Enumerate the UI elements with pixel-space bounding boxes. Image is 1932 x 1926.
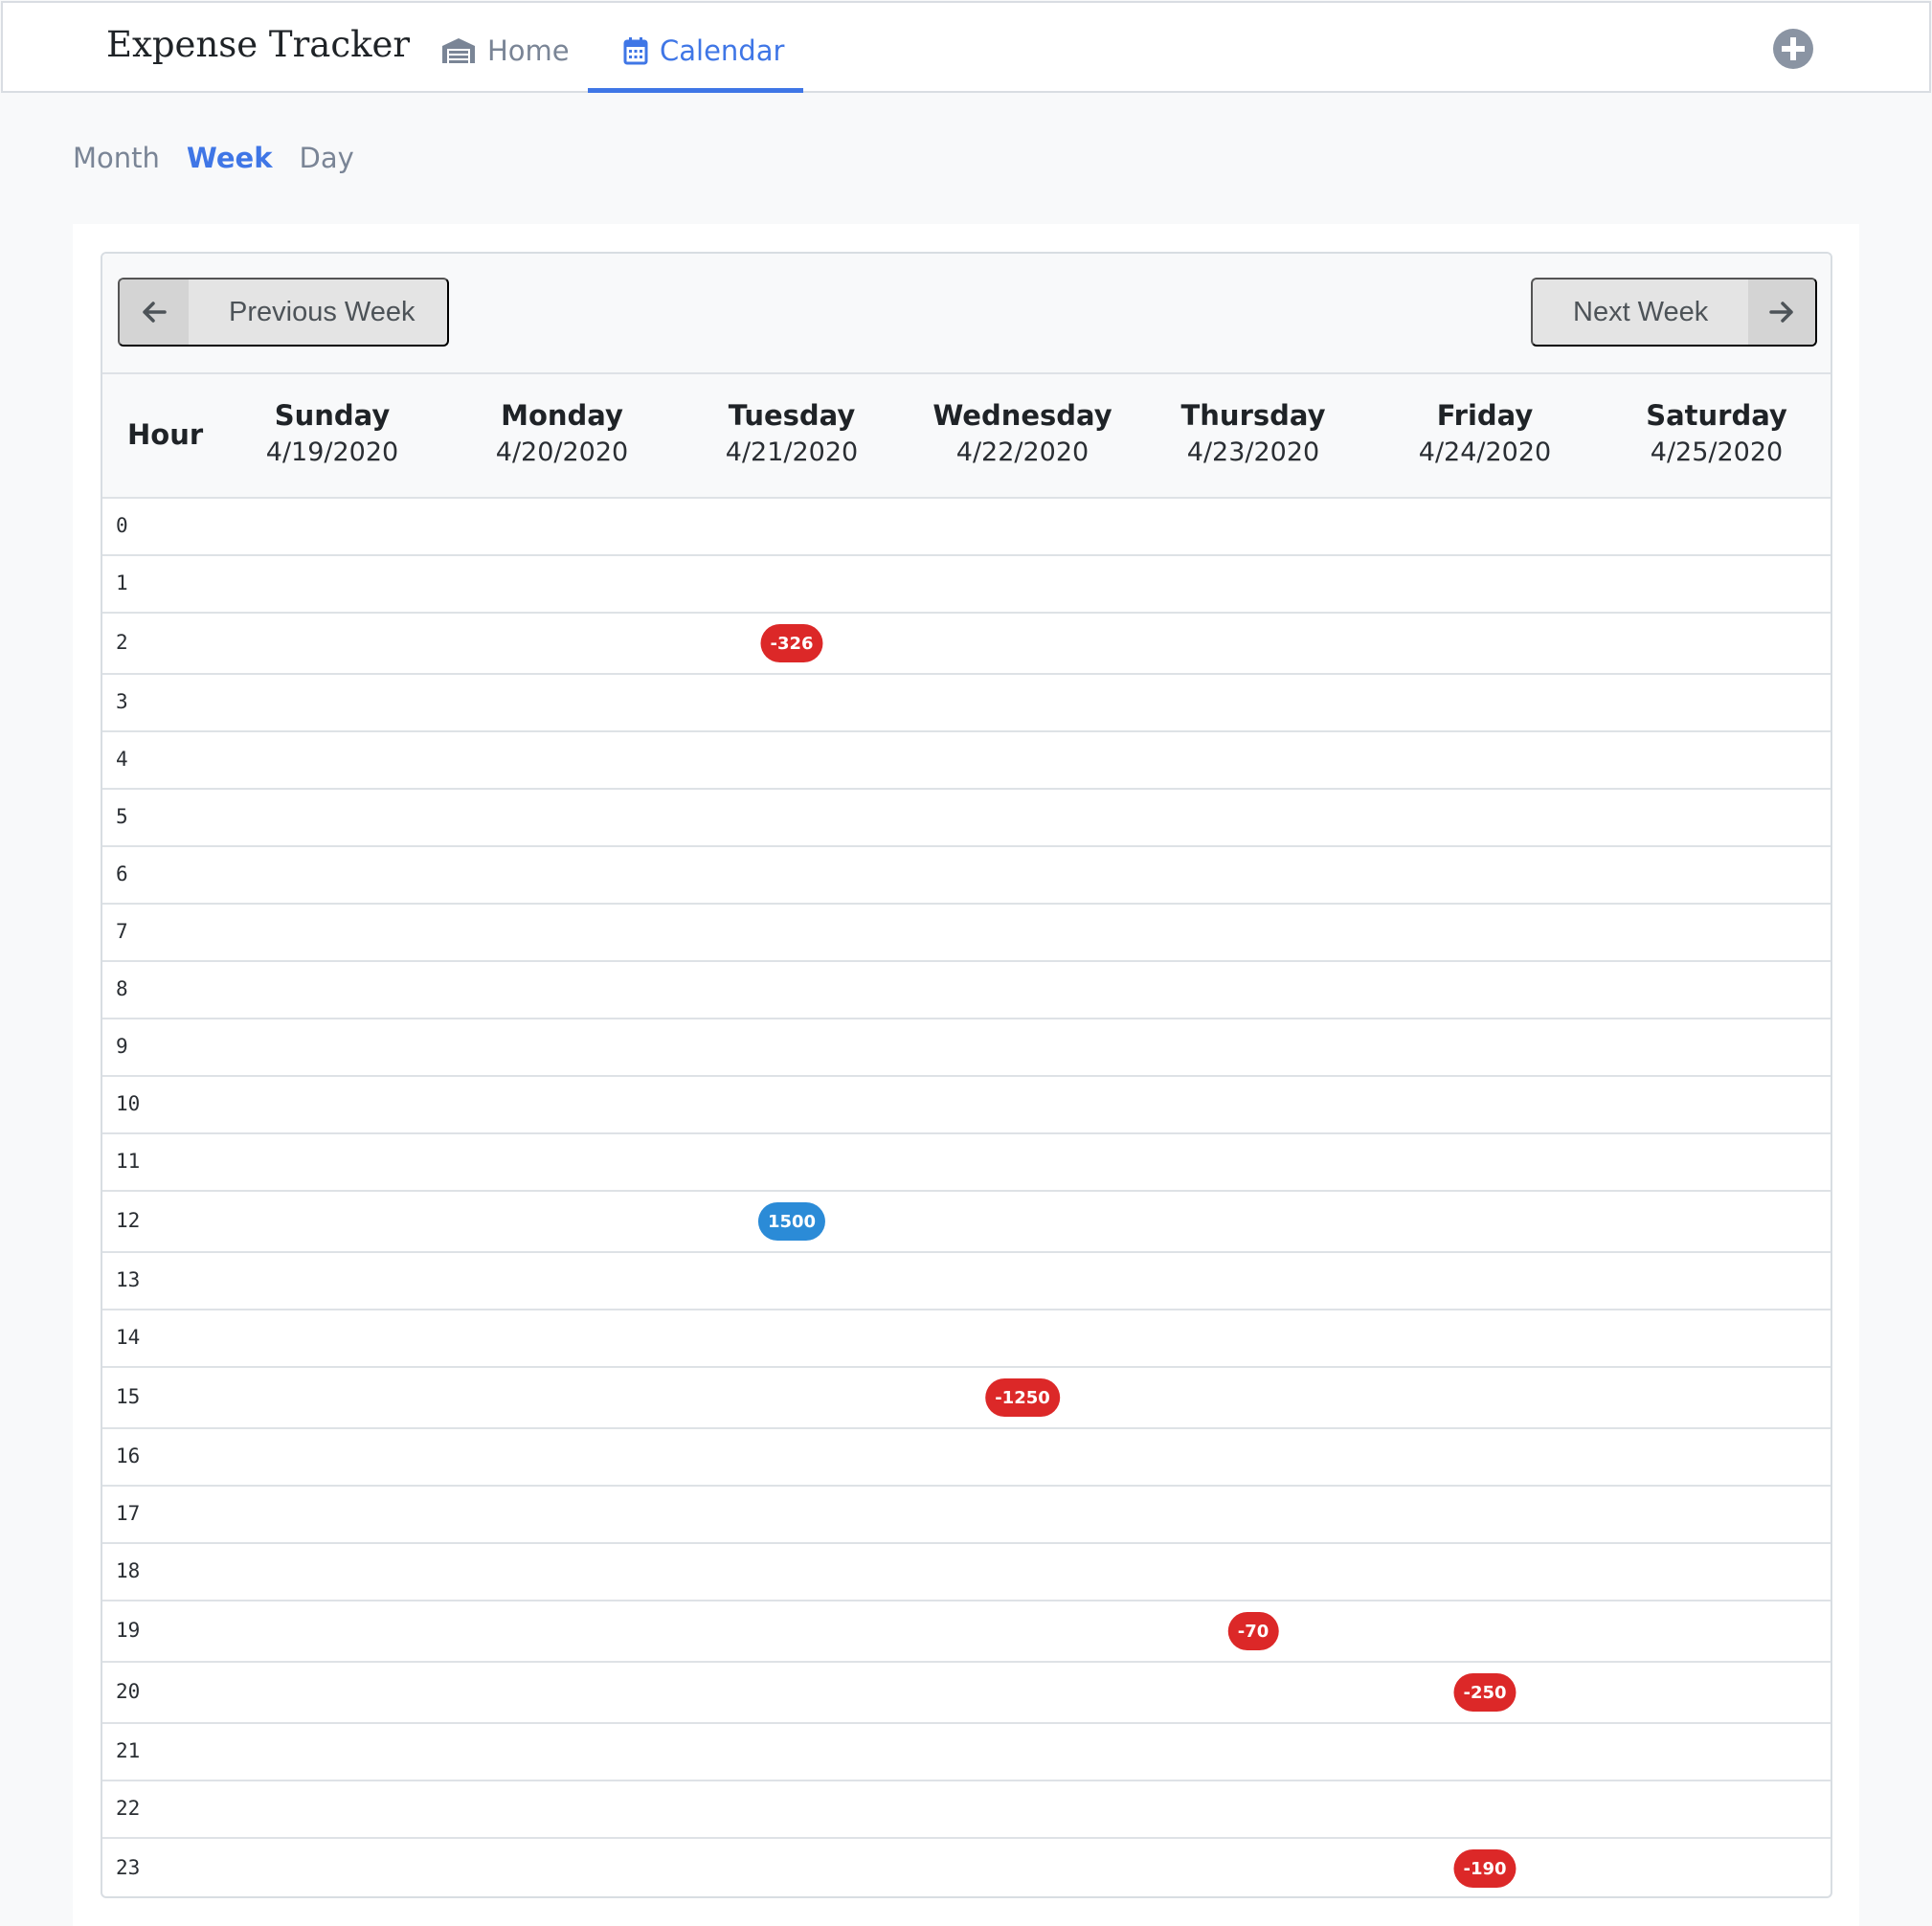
hour-label: 5 bbox=[116, 805, 128, 828]
expense-badge[interactable]: -190 bbox=[1453, 1849, 1516, 1888]
tab-month[interactable]: Month bbox=[73, 142, 160, 174]
income-badge[interactable]: 1500 bbox=[757, 1202, 826, 1241]
app-brand[interactable]: Expense Tracker bbox=[106, 24, 410, 65]
hour-row: 1 bbox=[102, 556, 1831, 614]
expense-badge[interactable]: -250 bbox=[1453, 1673, 1516, 1712]
hour-row: 13 bbox=[102, 1253, 1831, 1310]
hour-label: 12 bbox=[116, 1209, 141, 1232]
day-date: 4/25/2020 bbox=[1650, 437, 1784, 467]
day-name: Wednesday bbox=[932, 399, 1112, 432]
tab-week[interactable]: Week bbox=[187, 142, 273, 174]
hour-row: 15 bbox=[102, 1368, 1831, 1429]
hour-label: 19 bbox=[116, 1619, 141, 1642]
hour-row: 12 bbox=[102, 1192, 1831, 1253]
expense-badge[interactable]: -70 bbox=[1227, 1612, 1279, 1650]
day-header-saturday: Saturday 4/25/2020 bbox=[1602, 399, 1831, 467]
hour-label: 13 bbox=[116, 1268, 141, 1291]
week-navigation: Previous Week Next Week bbox=[102, 254, 1831, 374]
hour-row: 8 bbox=[102, 962, 1831, 1019]
hour-label: 9 bbox=[116, 1035, 128, 1058]
day-header-monday: Monday 4/20/2020 bbox=[447, 399, 677, 467]
hour-row: 14 bbox=[102, 1310, 1831, 1368]
hour-row: 2 bbox=[102, 614, 1831, 675]
hour-label: 16 bbox=[116, 1444, 141, 1467]
day-name: Tuesday bbox=[728, 399, 856, 432]
hour-label: 8 bbox=[116, 977, 128, 1000]
hour-row: 6 bbox=[102, 847, 1831, 905]
hour-label: 20 bbox=[116, 1680, 141, 1703]
hour-row: 19 bbox=[102, 1601, 1831, 1663]
hour-row: 0 bbox=[102, 499, 1831, 556]
hour-label: 1 bbox=[116, 571, 128, 594]
hour-row: 4 bbox=[102, 732, 1831, 790]
day-name: Monday bbox=[501, 399, 623, 432]
day-date: 4/19/2020 bbox=[265, 437, 399, 467]
hour-label: 6 bbox=[116, 862, 128, 885]
calendar-header-row: Hour Sunday 4/19/2020 Monday 4/20/2020 Tuesd… bbox=[102, 374, 1831, 499]
nav-home-label: Home bbox=[487, 34, 570, 67]
hour-row: 22 bbox=[102, 1781, 1831, 1839]
hour-label: 7 bbox=[116, 920, 128, 943]
hour-row: 3 bbox=[102, 675, 1831, 732]
previous-week-label: Previous Week bbox=[229, 296, 416, 327]
day-header-friday: Friday 4/24/2020 bbox=[1370, 399, 1600, 467]
day-name: Friday bbox=[1436, 399, 1534, 432]
hour-row: 11 bbox=[102, 1134, 1831, 1192]
day-header-tuesday: Tuesday 4/21/2020 bbox=[677, 399, 907, 467]
next-week-label: Next Week bbox=[1573, 296, 1709, 327]
day-date: 4/21/2020 bbox=[725, 437, 859, 467]
top-navbar: Expense Tracker Home Calendar bbox=[1, 1, 1931, 93]
hour-row: 23 bbox=[102, 1839, 1831, 1896]
calendar-view-tabs: Month Week Day bbox=[73, 142, 381, 174]
hour-row: 7 bbox=[102, 905, 1831, 962]
arrow-left-icon bbox=[120, 280, 189, 345]
hour-label: 11 bbox=[116, 1150, 141, 1173]
hour-label: 23 bbox=[116, 1856, 141, 1879]
day-name: Saturday bbox=[1646, 399, 1787, 432]
hour-label: 2 bbox=[116, 631, 128, 654]
day-name: Thursday bbox=[1180, 399, 1326, 432]
nav-home-link[interactable]: Home bbox=[441, 32, 570, 70]
hour-label: 18 bbox=[116, 1559, 141, 1582]
hour-label: 0 bbox=[116, 514, 128, 537]
hour-row: 21 bbox=[102, 1724, 1831, 1781]
hour-label: 10 bbox=[116, 1092, 141, 1115]
day-date: 4/20/2020 bbox=[495, 437, 629, 467]
hour-row: 18 bbox=[102, 1544, 1831, 1601]
hour-label: 3 bbox=[116, 690, 128, 713]
hour-row: 16 bbox=[102, 1429, 1831, 1487]
hour-row: 10 bbox=[102, 1077, 1831, 1134]
expense-badge[interactable]: -1250 bbox=[985, 1378, 1060, 1417]
day-date: 4/24/2020 bbox=[1418, 437, 1552, 467]
day-header-sunday: Sunday 4/19/2020 bbox=[217, 399, 447, 467]
warehouse-icon bbox=[442, 38, 475, 63]
day-name: Sunday bbox=[274, 399, 391, 432]
hour-label: 14 bbox=[116, 1326, 141, 1349]
hour-label: 21 bbox=[116, 1739, 141, 1762]
nav-calendar-label: Calendar bbox=[660, 34, 785, 67]
hour-label: 22 bbox=[116, 1797, 141, 1820]
calendar-icon bbox=[623, 37, 648, 65]
next-week-button[interactable]: Next Week bbox=[1531, 278, 1817, 347]
hour-row: 17 bbox=[102, 1487, 1831, 1544]
day-header-wednesday: Wednesday 4/22/2020 bbox=[908, 399, 1137, 467]
previous-week-button[interactable]: Previous Week bbox=[118, 278, 449, 347]
nav-calendar-link[interactable]: Calendar bbox=[623, 32, 784, 70]
day-header-thursday: Thursday 4/23/2020 bbox=[1138, 399, 1368, 467]
add-expense-button[interactable] bbox=[1773, 29, 1813, 69]
hour-label: 17 bbox=[116, 1502, 141, 1525]
hour-label: 15 bbox=[116, 1385, 141, 1408]
day-date: 4/22/2020 bbox=[955, 437, 1090, 467]
arrow-right-icon bbox=[1748, 280, 1815, 345]
active-nav-indicator bbox=[588, 88, 803, 93]
hour-row: 20 bbox=[102, 1663, 1831, 1724]
hour-row: 5 bbox=[102, 790, 1831, 847]
hour-row: 9 bbox=[102, 1019, 1831, 1077]
hour-column-header: Hour bbox=[127, 418, 204, 451]
hour-label: 4 bbox=[116, 748, 128, 771]
expense-badge[interactable]: -326 bbox=[760, 624, 823, 662]
day-date: 4/23/2020 bbox=[1186, 437, 1320, 467]
week-calendar: Previous Week Next Week Hour Sunday 4/19/… bbox=[101, 252, 1832, 1898]
tab-day[interactable]: Day bbox=[299, 142, 353, 174]
